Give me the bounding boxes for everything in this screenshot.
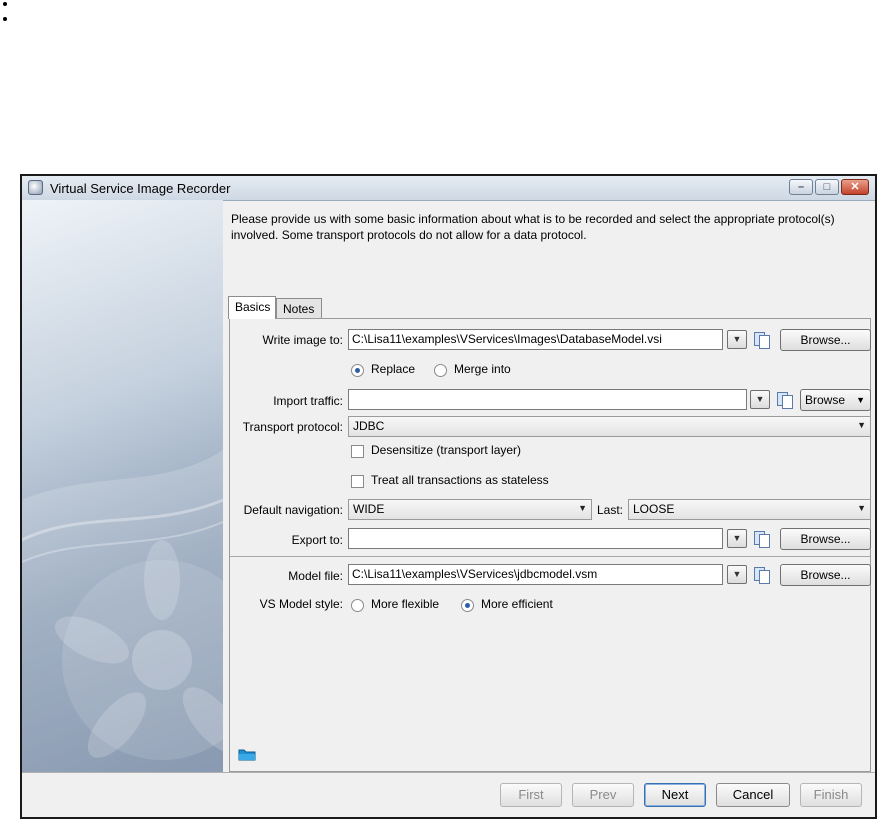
title-bar: Virtual Service Image Recorder – □ ✕ [22,176,875,201]
bullet-2 [3,17,7,21]
instructions-text: Please provide us with some basic inform… [231,212,835,242]
desensitize-label: Desensitize (transport layer) [371,443,522,457]
close-button[interactable]: ✕ [841,179,869,195]
write-image-browse-button[interactable]: Browse... [780,329,871,351]
file-open-icon[interactable] [753,566,770,584]
merge-label: Merge into [454,362,511,376]
folder-icon[interactable] [238,747,256,761]
bullet-1 [3,2,7,6]
default-navigation-value: WIDE [353,502,385,516]
write-image-field[interactable]: C:\Lisa11\examples\VServices\Images\Data… [348,329,723,350]
basics-panel: Write image to: C:\Lisa11\examples\VServ… [229,318,871,772]
chevron-down-icon: ▼ [732,533,742,543]
section-divider [230,556,870,557]
stateless-label: Treat all transactions as stateless [371,473,549,487]
transport-protocol-value: JDBC [353,419,385,433]
desensitize-checkbox[interactable] [351,445,364,458]
import-traffic-history-dropdown[interactable]: ▼ [750,390,770,409]
chevron-down-icon: ▼ [732,569,742,579]
next-button[interactable]: Next [644,783,706,807]
export-to-history-dropdown[interactable]: ▼ [727,529,747,548]
transport-protocol-label: Transport protocol: [242,420,343,434]
replace-radio[interactable] [351,364,364,377]
close-icon: ✕ [850,181,860,193]
stateless-checkbox[interactable] [351,475,364,488]
finish-button[interactable]: Finish [800,783,862,807]
import-traffic-label: Import traffic: [273,394,343,408]
export-to-field[interactable] [348,528,723,549]
export-to-browse-button[interactable]: Browse... [780,528,871,550]
file-open-icon[interactable] [753,530,770,548]
import-browse-label: Browse [805,393,846,407]
chevron-down-icon: ▼ [857,420,866,430]
import-traffic-browse-button[interactable]: Browse ▼ [800,389,871,411]
chevron-down-icon: ▼ [857,503,866,513]
more-efficient-label: More efficient [481,597,553,611]
recorder-window: Virtual Service Image Recorder – □ ✕ Ple… [20,174,877,819]
export-to-label: Export to: [291,533,343,547]
transport-protocol-select[interactable]: JDBC ▼ [348,416,871,437]
tab-notes[interactable]: Notes [276,298,322,318]
prev-button[interactable]: Prev [572,783,634,807]
minimize-button[interactable]: – [789,179,813,195]
tab-notes-label: Notes [283,302,315,316]
first-button[interactable]: First [500,783,562,807]
maximize-button[interactable]: □ [815,179,839,195]
last-navigation-value: LOOSE [633,502,675,516]
app-icon [28,180,43,195]
model-file-history-dropdown[interactable]: ▼ [727,565,747,584]
more-flexible-radio[interactable] [351,599,364,612]
model-style-label: VS Model style: [259,597,343,611]
chevron-down-icon: ▼ [578,503,587,513]
cancel-button[interactable]: Cancel [716,783,790,807]
minimize-icon: – [797,181,805,193]
merge-radio[interactable] [434,364,447,377]
wizard-side-banner [22,200,223,772]
file-open-icon[interactable] [776,391,793,409]
tab-basics[interactable]: Basics [228,296,276,319]
write-image-label: Write image to: [262,333,343,347]
chevron-down-icon: ▼ [856,395,865,405]
banner-graphic [22,450,223,772]
last-navigation-label: Last: [597,503,624,517]
model-file-label: Model file: [288,569,343,583]
chevron-down-icon: ▼ [732,334,742,344]
write-image-history-dropdown[interactable]: ▼ [727,330,747,349]
import-traffic-field[interactable] [348,389,747,410]
model-file-browse-button[interactable]: Browse... [780,564,871,586]
model-file-field[interactable]: C:\Lisa11\examples\VServices\jdbcmodel.v… [348,564,723,585]
file-open-icon[interactable] [753,331,770,349]
more-efficient-radio[interactable] [461,599,474,612]
replace-label: Replace [371,362,416,376]
chevron-down-icon: ▼ [755,394,765,404]
window-title: Virtual Service Image Recorder [50,181,231,196]
tab-basics-label: Basics [235,300,271,314]
default-navigation-label: Default navigation: [243,503,343,517]
default-navigation-select[interactable]: WIDE ▼ [348,499,592,520]
more-flexible-label: More flexible [371,597,440,611]
wizard-footer: First Prev Next Cancel Finish [22,772,875,817]
last-navigation-select[interactable]: LOOSE ▼ [628,499,871,520]
maximize-icon: □ [823,181,831,193]
